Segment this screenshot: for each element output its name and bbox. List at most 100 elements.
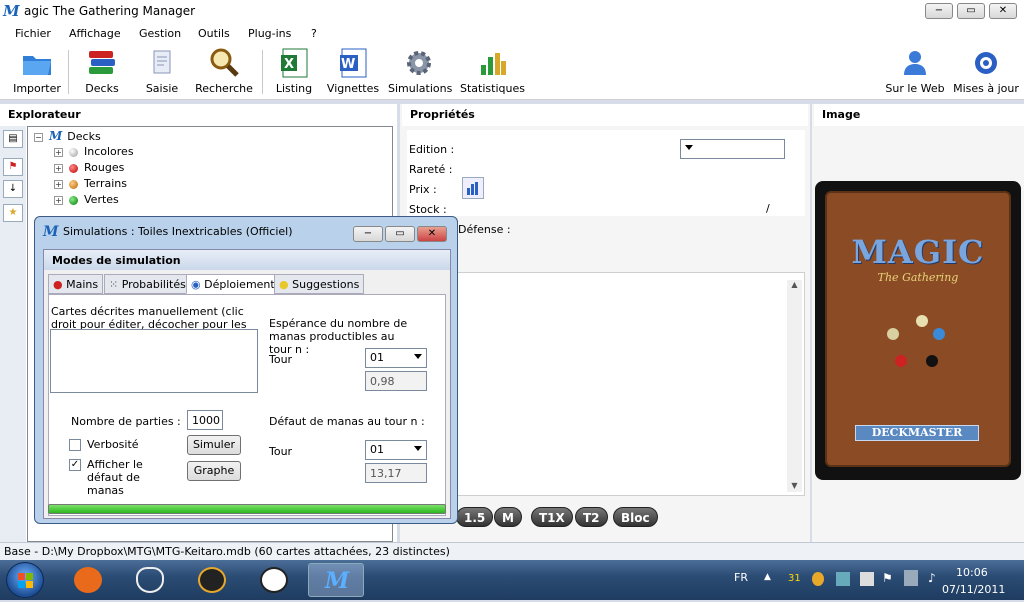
expand-icon[interactable]: + [54,195,63,205]
decks-button[interactable]: Decks [80,47,124,95]
origin-icon [74,567,102,593]
tree-item[interactable]: + Incolores [54,145,134,161]
tree-item[interactable]: + Terrains [54,177,127,193]
statistiques-button[interactable]: Statistiques [460,47,525,95]
listing-button[interactable]: X Listing [272,47,316,95]
tour1-label: Tour [269,353,293,366]
expand-icon[interactable]: + [54,163,63,173]
defense-label: Défense : [458,223,511,236]
menu-affichage[interactable]: Affichage [69,27,121,40]
verbosite-checkbox[interactable] [69,439,81,451]
price-chart-icon[interactable] [462,177,484,199]
sur-le-web-button[interactable]: Sur le Web [884,47,946,95]
afficher-checkbox[interactable]: ✓ [69,459,81,471]
vignettes-button[interactable]: W Vignettes [326,47,380,95]
filter-t2[interactable]: T2 [575,507,608,527]
menu-outils[interactable]: Outils [198,27,230,40]
tray-badge[interactable]: 31 [788,573,801,584]
recherche-label: Recherche [195,82,253,95]
color-ball-icon [69,195,78,205]
edition-select[interactable] [680,139,785,159]
sort-az-icon[interactable]: ↓ [3,180,23,198]
menu-gestion[interactable]: Gestion [139,27,181,40]
filter-bloc[interactable]: Bloc [613,507,658,527]
clock-time[interactable]: 10:06 [956,566,988,579]
show-hidden-icons[interactable]: ▲ [764,572,771,582]
tour1-select[interactable]: 01 [365,348,427,368]
dialog-title: Simulations : Toiles Inextricables (Offi… [63,225,293,238]
taskbar-app-active[interactable]: M [308,563,364,597]
flag-tray-icon[interactable]: ⚑ [882,571,893,585]
favorites-star-icon[interactable]: ★ [3,204,23,222]
toolbar-separator [68,50,69,94]
taskbar-app[interactable] [122,563,178,597]
import-button[interactable]: Importer [12,47,62,95]
tree-item[interactable]: + Rouges [54,161,124,177]
filter-t1x[interactable]: T1X [531,507,573,527]
web-user-icon [898,47,932,79]
card-footer: DECKMASTER [855,425,979,441]
network-icon[interactable] [836,572,850,586]
menu-plugins[interactable]: Plug-ins [248,27,291,40]
dialog-close-button[interactable]: ✕ [417,226,447,242]
tree-root-decks[interactable]: − M Decks [34,129,101,145]
tray-app-icon[interactable] [812,572,824,586]
properties-title: Propriétés [402,104,808,126]
device-icon[interactable] [860,572,874,586]
expand-icon[interactable]: + [54,179,63,189]
language-indicator[interactable]: FR [734,571,748,584]
minimize-button[interactable]: − [925,3,953,19]
filter-1-5[interactable]: 1.5 [456,507,494,527]
image-title: Image [814,104,1024,126]
crown-icon [136,567,164,593]
dialog-minimize-button[interactable]: − [353,226,383,242]
simulations-button[interactable]: Simulations [388,47,452,95]
status-bar: Base - D:\My Dropbox\MTG\MTG-Keitaro.mdb… [0,542,1024,560]
text-scrollbar[interactable]: ▲ ▼ [787,280,802,492]
scroll-up-icon[interactable]: ▲ [787,280,802,289]
saisie-button[interactable]: Saisie [140,47,184,95]
dialog-maximize-button[interactable]: ▭ [385,226,415,242]
explorer-title: Explorateur [0,104,397,126]
mises-a-jour-button[interactable]: Mises à jour [952,47,1020,95]
flag-icon[interactable]: ⚑ [3,158,23,176]
collapse-icon[interactable]: − [34,132,43,142]
taskbar-app[interactable] [246,563,302,597]
recherche-button[interactable]: Recherche [194,47,254,95]
scroll-down-icon[interactable]: ▼ [787,481,802,490]
close-button[interactable]: ✕ [989,3,1017,19]
tab-deploiement[interactable]: ◉ Déploiement [186,274,280,294]
simuler-button[interactable]: Simuler [187,435,241,455]
tree-item[interactable]: + Vertes [54,193,119,209]
tab-probabilites[interactable]: ⁙ Probabilités [104,274,191,294]
simulation-progress-bar [48,504,446,514]
parties-input[interactable]: 1000 [187,410,223,430]
clock-date[interactable]: 07/11/2011 [942,583,1005,596]
rarete-label: Rareté : [409,163,453,176]
cards-list[interactable] [50,329,258,393]
menu-help[interactable]: ? [311,27,317,40]
filter-m[interactable]: M [494,507,522,527]
window-title: agic The Gathering Manager [24,4,196,18]
tour2-select[interactable]: 01 [365,440,427,460]
app-logo-icon: M [3,2,20,20]
menu-fichier[interactable]: Fichier [15,27,51,40]
taskbar-app[interactable] [184,563,240,597]
globe-icon: ◉ [191,278,201,291]
maximize-button[interactable]: ▭ [957,3,985,19]
excel-icon: X [277,47,311,79]
import-label: Importer [13,82,61,95]
graphe-button[interactable]: Graphe [187,461,241,481]
signal-icon[interactable] [904,570,918,586]
toolbar: Importer Decks Saisie Recherche X Listin… [0,44,1024,100]
volume-icon[interactable]: ♪ [928,571,936,585]
prix-label: Prix : [409,183,437,196]
start-button[interactable] [6,562,44,598]
blue-mana-icon [933,328,945,340]
tab-suggestions[interactable]: ● Suggestions [274,274,365,294]
card-text-area[interactable] [407,272,805,496]
expand-icon[interactable]: + [54,147,63,157]
taskbar-app[interactable] [60,563,116,597]
properties-view-icon[interactable]: ▤ [3,130,23,148]
tab-mains[interactable]: ● Mains [48,274,104,294]
